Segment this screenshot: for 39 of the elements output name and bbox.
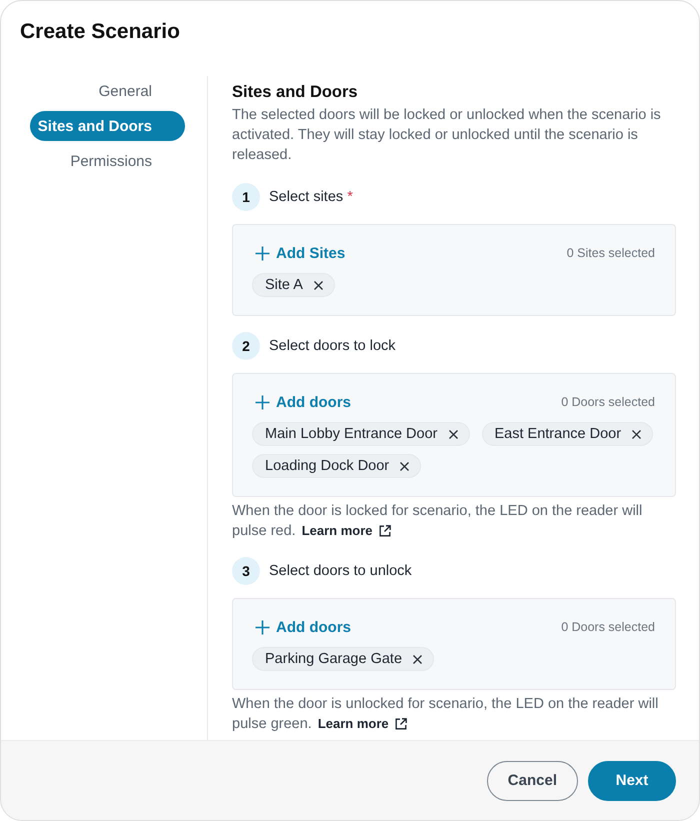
chip-label: East Entrance Door [494, 426, 622, 442]
chip-label: Site A [265, 277, 303, 293]
step-number: 3 [232, 557, 260, 585]
nav-item[interactable]: Permissions [30, 146, 185, 176]
step-label: Select doors to unlock [269, 563, 412, 579]
step-number: 2 [232, 332, 260, 360]
plus-icon [255, 620, 270, 634]
section-heading: Sites and Doors [232, 82, 358, 103]
step-label: Select sites * [269, 189, 353, 205]
hint-text: When the door is unlocked for scenario, the LED on the reader will pulse green. Learn more [232, 695, 660, 734]
chip-label: Main Lobby Entrance Door [265, 426, 438, 442]
chip-label: Parking Garage Gate [265, 651, 402, 667]
selection-count: 0 Doors selected [561, 395, 655, 409]
plus-icon [255, 394, 270, 410]
close-icon[interactable] [632, 430, 642, 438]
section-description: The selected doors will be locked or unlocked when the scenario is activated. They will stay locked or unlocked until the scenario is released. [232, 106, 662, 165]
hint-text: When the door is locked for scenario, the LED on the reader will pulse red. Learn more [232, 502, 644, 541]
selection-count: 0 Doors selected [561, 620, 655, 634]
close-icon[interactable] [413, 654, 422, 664]
nav-item[interactable]: Sites and Doors [30, 111, 185, 141]
close-icon[interactable] [400, 462, 410, 470]
close-icon[interactable] [314, 280, 323, 290]
learn-more-link[interactable]: Learn more [318, 714, 407, 734]
external-link-icon [378, 525, 391, 537]
close-icon[interactable] [448, 430, 458, 438]
plus-icon [255, 246, 270, 260]
step-label: Select doors to lock [269, 338, 396, 354]
cancel-button[interactable]: Cancel [486, 760, 578, 800]
next-button[interactable]: Next [588, 760, 676, 800]
chip-label: Loading Dock Door [265, 458, 390, 474]
selection-count: 0 Sites selected [566, 246, 655, 260]
step-number: 1 [232, 183, 260, 211]
external-link-icon [394, 718, 407, 730]
add-button[interactable]: Add doors [252, 618, 351, 636]
nav-item[interactable]: General [30, 76, 185, 106]
add-button[interactable]: Add doors [252, 394, 351, 410]
dialog-title: Create Scenario [20, 19, 180, 45]
add-button[interactable]: Add Sites [252, 244, 346, 262]
learn-more-link[interactable]: Learn more [302, 521, 391, 541]
